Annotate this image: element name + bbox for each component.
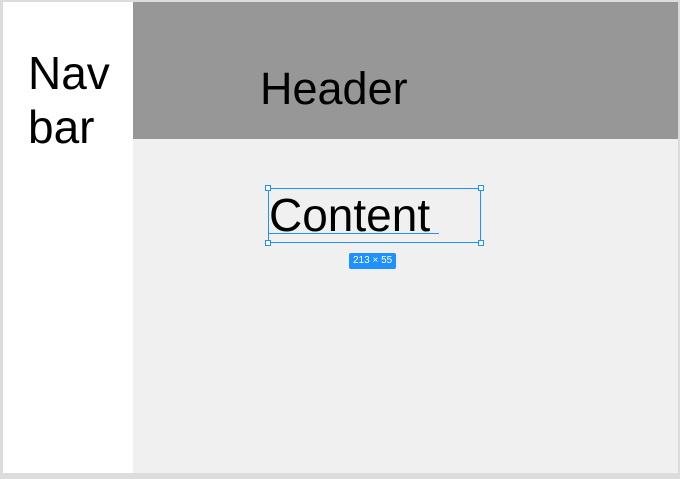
resize-handle-bottom-left[interactable] bbox=[265, 240, 271, 246]
resize-handle-top-left[interactable] bbox=[265, 185, 271, 191]
navbar-label: Nav bar bbox=[28, 47, 110, 153]
content-area: Content 213 × 55 bbox=[133, 139, 678, 473]
navbar: Nav bar bbox=[3, 2, 133, 473]
layout-frame: Nav bar Header Content 213 × 55 bbox=[3, 2, 678, 473]
header: Header bbox=[133, 2, 678, 139]
resize-handle-bottom-right[interactable] bbox=[478, 240, 484, 246]
header-label: Header bbox=[260, 63, 408, 114]
resize-handle-top-right[interactable] bbox=[478, 185, 484, 191]
dimensions-badge: 213 × 55 bbox=[349, 253, 397, 269]
selection-box[interactable] bbox=[265, 185, 484, 246]
